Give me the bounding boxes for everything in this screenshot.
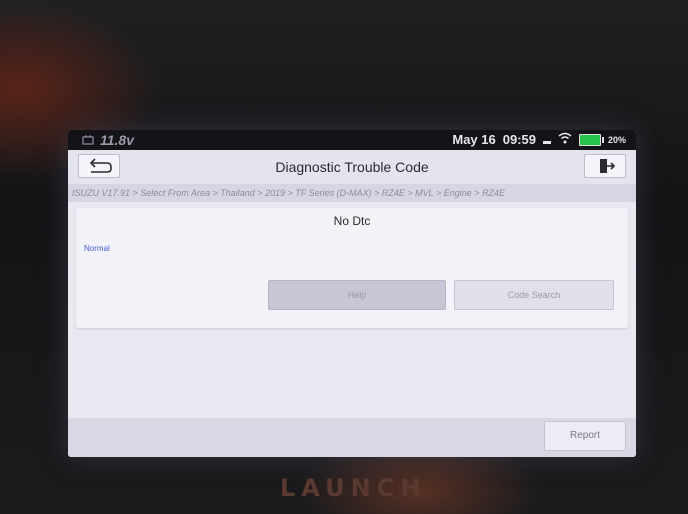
status-time: 09:59 <box>502 132 536 147</box>
dtc-heading: No Dtc <box>333 214 371 228</box>
status-date: May 16 <box>452 132 496 147</box>
signal-icon <box>542 132 551 147</box>
battery-percent: 20% <box>607 134 626 145</box>
car-battery-icon <box>82 133 94 148</box>
help-button[interactable]: Help <box>268 280 446 310</box>
device-brand-logo: LAUNCH <box>280 474 427 502</box>
battery-voltage: 11.8v <box>100 132 134 148</box>
status-left: 11.8v <box>82 132 134 148</box>
status-right: May 16 09:59 20% <box>452 132 626 147</box>
battery-icon <box>578 133 604 146</box>
status-bar: 11.8v May 16 09:59 20% <box>68 130 636 150</box>
bottom-bar: Report <box>68 418 636 457</box>
report-button[interactable]: Report <box>544 421 626 451</box>
wifi-icon <box>558 132 572 147</box>
status-normal: Normal <box>84 244 110 253</box>
page-title: Diagnostic Trouble Code <box>275 159 429 175</box>
dtc-result-card: No Dtc Normal Help Code Search <box>76 208 628 328</box>
breadcrumb: ISUZU V17.91 > Select From Area > Thaila… <box>68 184 636 202</box>
exit-button[interactable] <box>584 154 626 178</box>
device-screen: 11.8v May 16 09:59 20% Diagnostic Troubl… <box>68 130 636 457</box>
main-content: No Dtc Normal Help Code Search <box>68 202 636 418</box>
exit-icon <box>585 159 625 181</box>
code-search-button[interactable]: Code Search <box>454 280 614 310</box>
title-bar: Diagnostic Trouble Code <box>68 150 636 184</box>
